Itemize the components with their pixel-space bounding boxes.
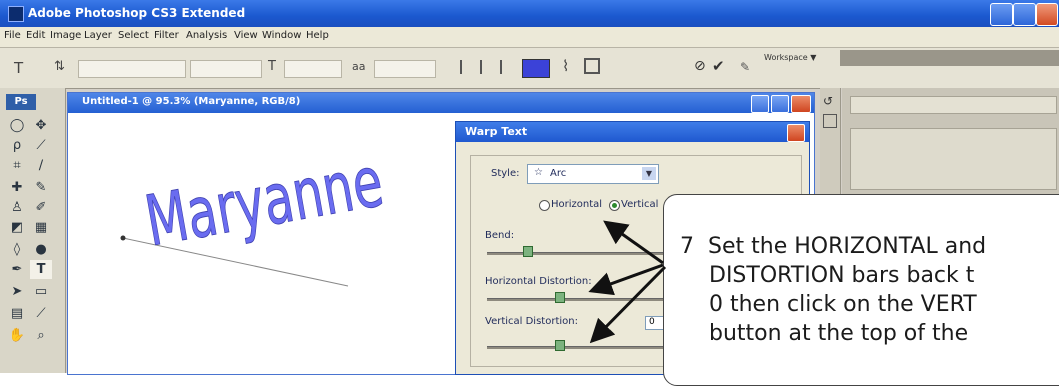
callout-arrows	[588, 220, 667, 344]
arrow-to-vertical-radio	[603, 220, 664, 265]
